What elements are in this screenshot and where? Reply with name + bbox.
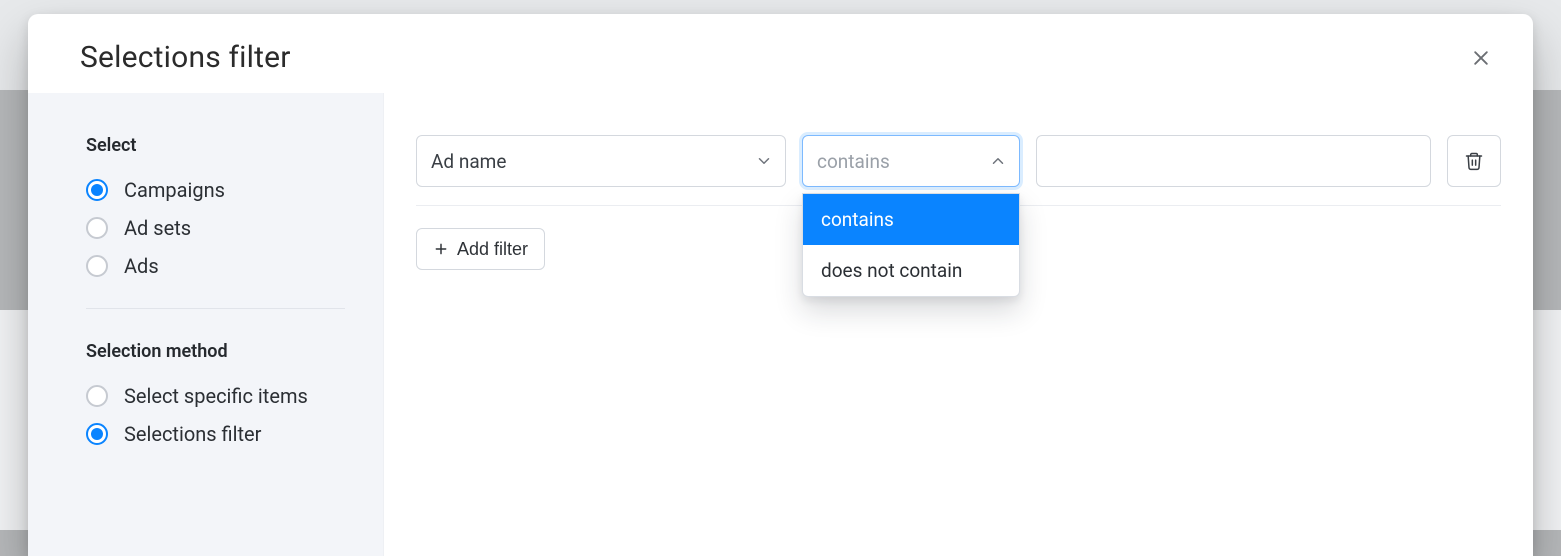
- modal-header: Selections filter: [28, 14, 1533, 93]
- select-radio-group: Campaigns Ad sets Ads: [86, 178, 345, 278]
- sidebar-divider: [86, 308, 345, 309]
- field-select-value: Ad name: [431, 150, 506, 173]
- field-select[interactable]: Ad name: [416, 135, 786, 187]
- radio-ads[interactable]: Ads: [86, 254, 345, 278]
- selections-filter-modal: Selections filter Select Campaigns Ad se…: [28, 14, 1533, 556]
- add-filter-button[interactable]: Add filter: [416, 228, 545, 270]
- dropdown-item-label: contains: [821, 208, 894, 231]
- operator-option-does-not-contain[interactable]: does not contain: [803, 245, 1019, 296]
- radio-ad-sets[interactable]: Ad sets: [86, 216, 345, 240]
- radio-indicator: [86, 179, 108, 201]
- plus-icon: [433, 241, 449, 257]
- close-icon: [1471, 48, 1491, 68]
- operator-select[interactable]: contains: [802, 135, 1020, 187]
- value-input[interactable]: [1036, 135, 1431, 187]
- radio-label: Ad sets: [124, 216, 191, 240]
- add-filter-label: Add filter: [457, 239, 528, 260]
- delete-filter-button[interactable]: [1447, 135, 1501, 187]
- trash-icon: [1464, 151, 1484, 171]
- chevron-down-icon: [755, 152, 773, 170]
- dropdown-item-label: does not contain: [821, 259, 962, 282]
- method-section: Selection method Select specific items S…: [86, 341, 345, 446]
- sidebar: Select Campaigns Ad sets Ads: [28, 93, 384, 556]
- radio-campaigns[interactable]: Campaigns: [86, 178, 345, 202]
- radio-indicator: [86, 217, 108, 239]
- operator-option-contains[interactable]: contains: [803, 194, 1019, 245]
- modal-title: Selections filter: [80, 40, 291, 75]
- radio-label: Ads: [124, 254, 159, 278]
- radio-label: Select specific items: [124, 384, 308, 408]
- radio-specific-items[interactable]: Select specific items: [86, 384, 345, 408]
- select-section-title: Select: [86, 135, 345, 156]
- radio-indicator: [86, 423, 108, 445]
- chevron-up-icon: [989, 152, 1007, 170]
- close-button[interactable]: [1465, 42, 1497, 74]
- radio-indicator: [86, 385, 108, 407]
- method-section-title: Selection method: [86, 341, 345, 362]
- operator-dropdown: contains does not contain: [802, 193, 1020, 297]
- radio-label: Selections filter: [124, 422, 261, 446]
- radio-selections-filter[interactable]: Selections filter: [86, 422, 345, 446]
- operator-select-placeholder: contains: [817, 150, 890, 173]
- filter-content: Ad name contains: [384, 93, 1533, 556]
- method-radio-group: Select specific items Selections filter: [86, 384, 345, 446]
- radio-indicator: [86, 255, 108, 277]
- select-section: Select Campaigns Ad sets Ads: [86, 135, 345, 278]
- modal-body: Select Campaigns Ad sets Ads: [28, 93, 1533, 556]
- radio-label: Campaigns: [124, 178, 225, 202]
